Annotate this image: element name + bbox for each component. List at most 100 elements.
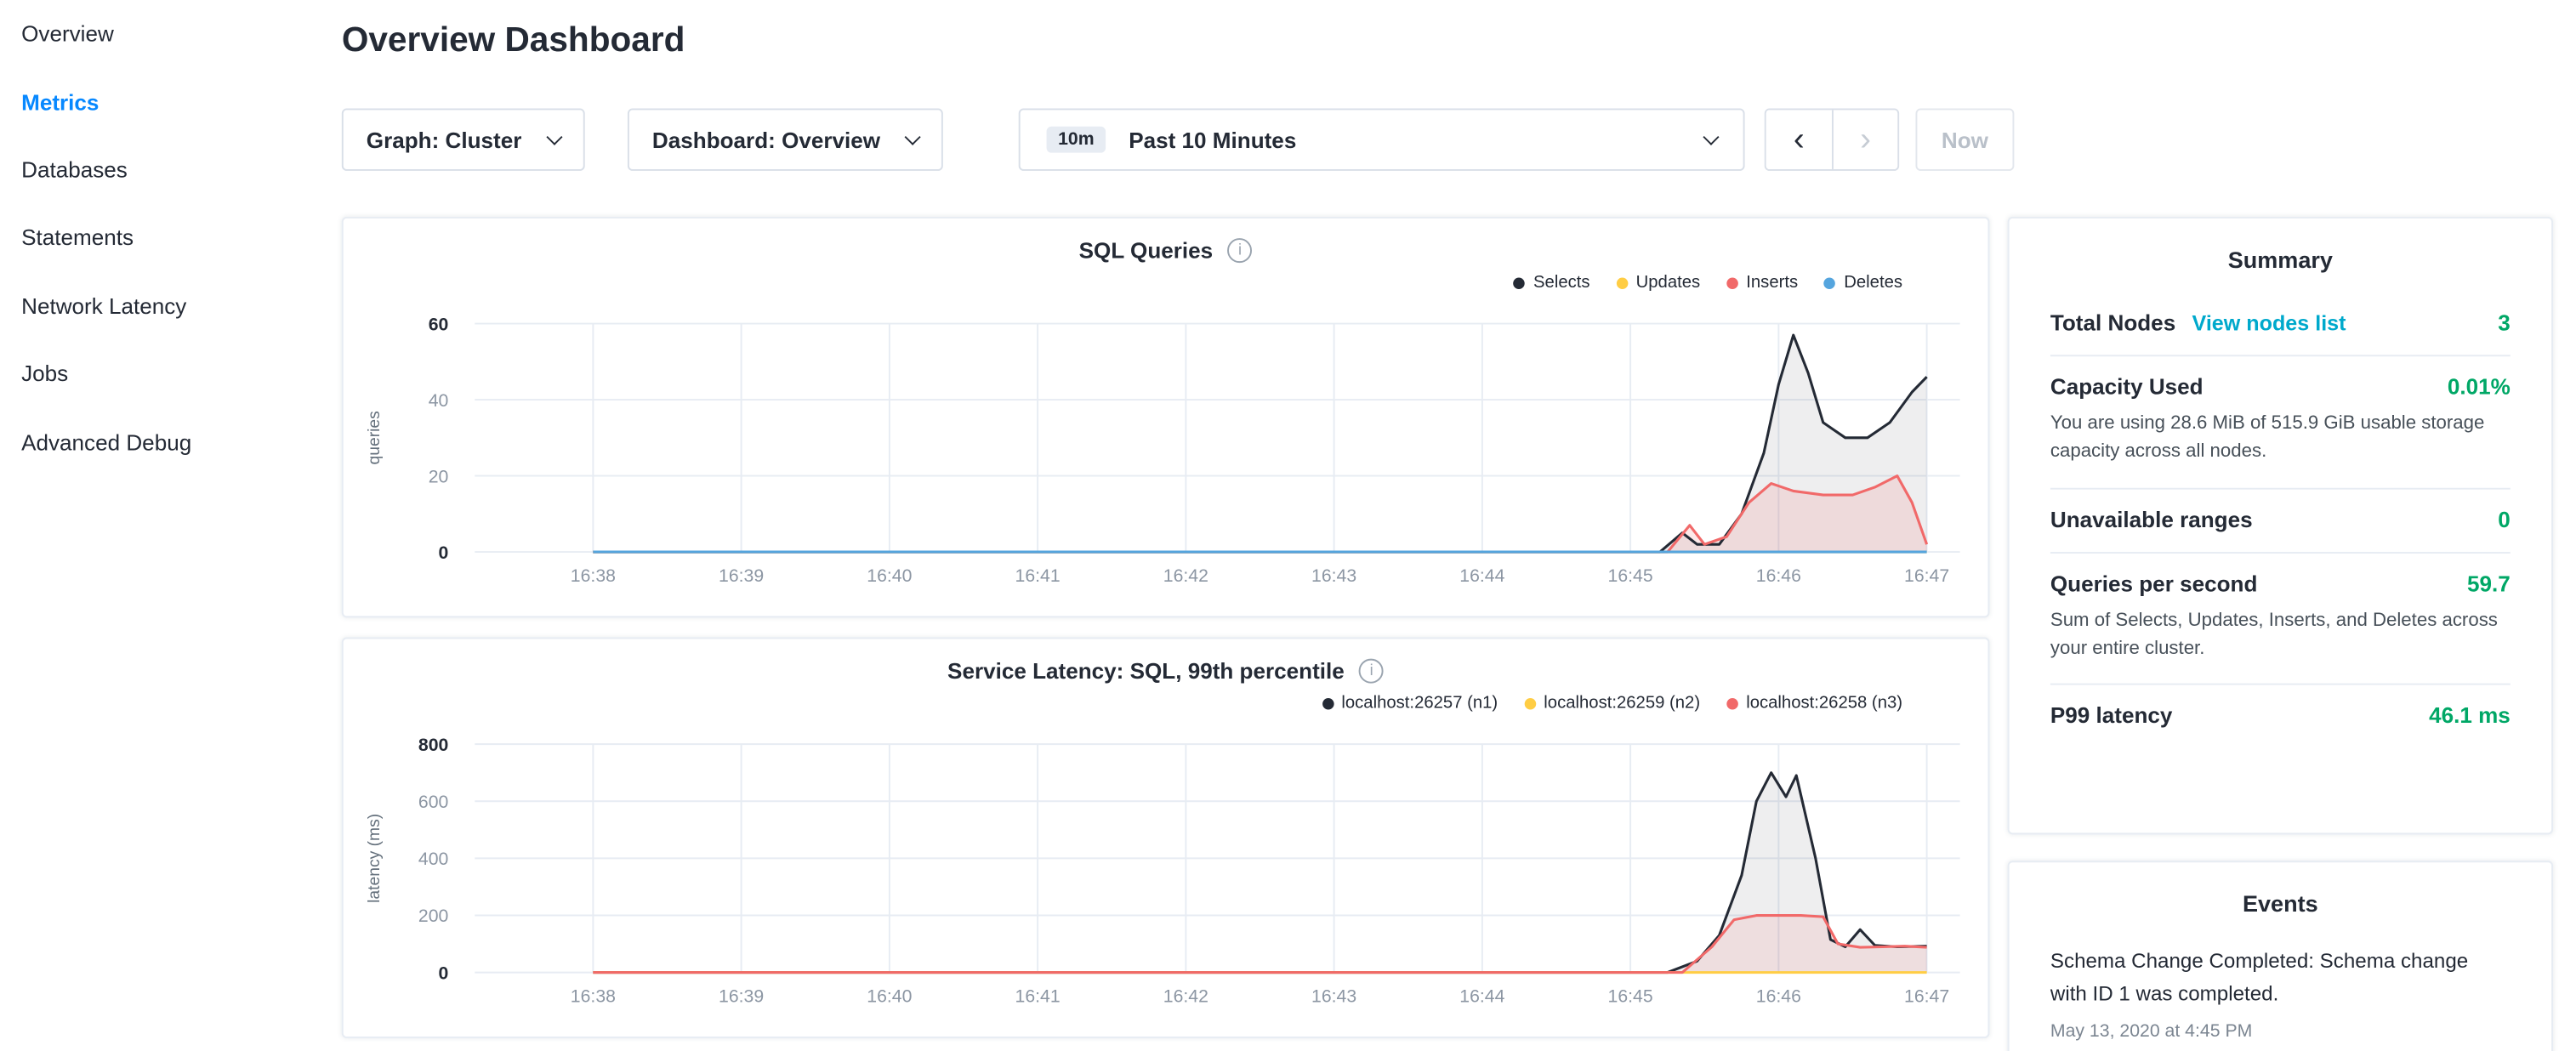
legend-dot xyxy=(1322,697,1333,709)
summary-value: 0.01% xyxy=(2448,374,2511,399)
now-button[interactable]: Now xyxy=(1915,108,2014,170)
sql-queries-panel: SQL Queries i Selects Updates Inserts De… xyxy=(342,217,1990,617)
events-title: Events xyxy=(2050,862,2511,936)
legend-dot xyxy=(1726,697,1738,709)
summary-title: Summary xyxy=(2050,219,2511,293)
time-step-buttons: ‹ › xyxy=(1765,108,1899,170)
svg-text:16:40: 16:40 xyxy=(867,565,912,586)
legend-dot xyxy=(1616,277,1628,289)
legend-item: Inserts xyxy=(1726,273,1798,293)
svg-text:16:46: 16:46 xyxy=(1756,565,1801,586)
svg-text:16:39: 16:39 xyxy=(719,986,764,1006)
sidebar-item-overview[interactable]: Overview xyxy=(0,0,322,68)
svg-text:200: 200 xyxy=(418,906,448,926)
summary-value: 3 xyxy=(2498,310,2511,335)
service-latency-chart: 16:38 16:39 16:40 16:41 16:42 16:43 16:44 16:45… xyxy=(344,733,1988,1031)
info-icon[interactable]: i xyxy=(1228,238,1253,263)
summary-value: 59.7 xyxy=(2467,571,2511,595)
summary-value: 0 xyxy=(2498,507,2511,531)
svg-text:16:45: 16:45 xyxy=(1608,986,1653,1006)
legend-dot xyxy=(1726,277,1738,289)
sidebar-nav: Overview Metrics Databases Statements Ne… xyxy=(0,0,322,476)
summary-description: You are using 28.6 MiB of 515.9 GiB usab… xyxy=(2050,411,2511,468)
app-viewport: Overview Metrics Databases Statements Ne… xyxy=(0,0,2576,1051)
legend-dot xyxy=(1524,697,1536,709)
svg-text:40: 40 xyxy=(429,390,449,411)
summary-row-queries-per-second: Queries per second 59.7 Sum of Selects, … xyxy=(2050,551,2511,684)
info-icon[interactable]: i xyxy=(1359,659,1384,684)
next-time-button[interactable]: › xyxy=(1832,110,1897,169)
graph-scope-label: Graph: Cluster xyxy=(367,128,522,152)
summary-label: Total Nodes xyxy=(2050,310,2175,335)
summary-row-capacity-used: Capacity Used 0.01% You are using 28.6 M… xyxy=(2050,355,2511,487)
chart-legend: localhost:26257 (n1) localhost:26259 (n2… xyxy=(344,693,1988,713)
svg-text:16:41: 16:41 xyxy=(1015,565,1061,586)
chevron-down-icon xyxy=(1703,128,1719,145)
svg-text:16:40: 16:40 xyxy=(867,986,912,1006)
legend-item: Updates xyxy=(1616,273,1700,293)
chart-title: Service Latency: SQL, 99th percentile xyxy=(947,659,1345,684)
svg-text:600: 600 xyxy=(418,792,448,812)
legend-item: localhost:26257 (n1) xyxy=(1322,693,1498,713)
svg-text:16:38: 16:38 xyxy=(571,986,616,1006)
time-range-badge: 10m xyxy=(1047,127,1106,153)
svg-text:queries: queries xyxy=(366,411,384,464)
summary-row-p99-latency: P99 latency 46.1 ms xyxy=(2050,684,2511,747)
events-card: Events Schema Change Completed: Schema c… xyxy=(2008,861,2553,1051)
time-range-selector[interactable]: 10m Past 10 Minutes xyxy=(1019,108,1745,170)
legend-item: Selects xyxy=(1514,273,1590,293)
svg-text:16:44: 16:44 xyxy=(1459,986,1504,1006)
summary-card: Summary Total Nodes View nodes list 3 Ca… xyxy=(2008,217,2553,834)
svg-text:16:38: 16:38 xyxy=(571,565,616,586)
dashboard-dropdown[interactable]: Dashboard: Overview xyxy=(628,108,943,170)
svg-text:400: 400 xyxy=(418,849,448,869)
summary-row-unavailable-ranges: Unavailable ranges 0 xyxy=(2050,487,2511,551)
view-nodes-list-link[interactable]: View nodes list xyxy=(2192,310,2346,335)
sidebar-item-metrics[interactable]: Metrics xyxy=(0,68,322,136)
page-title: Overview Dashboard xyxy=(342,21,685,60)
chart-plot-area: 16:38 16:39 16:40 16:41 16:42 16:43 16:44 16:45… xyxy=(344,312,1988,601)
chart-title: SQL Queries xyxy=(1079,238,1214,263)
summary-value: 46.1 ms xyxy=(2429,703,2511,728)
legend-dot xyxy=(1514,277,1526,289)
summary-row-total-nodes: Total Nodes View nodes list 3 xyxy=(2050,293,2511,355)
dashboard-label: Dashboard: Overview xyxy=(652,128,880,152)
event-message: Schema Change Completed: Schema change w… xyxy=(2050,936,2511,1010)
sidebar-item-statements[interactable]: Statements xyxy=(0,204,322,272)
svg-text:16:46: 16:46 xyxy=(1756,986,1801,1006)
svg-text:16:43: 16:43 xyxy=(1311,986,1356,1006)
graph-scope-dropdown[interactable]: Graph: Cluster xyxy=(342,108,585,170)
svg-text:16:42: 16:42 xyxy=(1163,986,1208,1006)
svg-text:800: 800 xyxy=(418,735,448,755)
sidebar-item-jobs[interactable]: Jobs xyxy=(0,340,322,408)
svg-text:0: 0 xyxy=(439,543,449,563)
svg-text:16:39: 16:39 xyxy=(719,565,764,586)
summary-label: Capacity Used xyxy=(2050,374,2204,399)
legend-item: localhost:26259 (n2) xyxy=(1524,693,1700,713)
summary-description: Sum of Selects, Updates, Inserts, and De… xyxy=(2050,607,2511,664)
svg-text:16:47: 16:47 xyxy=(1904,565,1949,586)
time-range-label: Past 10 Minutes xyxy=(1129,128,1296,152)
sidebar-item-network-latency[interactable]: Network Latency xyxy=(0,272,322,340)
chevron-down-icon xyxy=(546,128,562,145)
legend-item: localhost:26258 (n3) xyxy=(1726,693,1902,713)
svg-text:0: 0 xyxy=(439,963,449,983)
chart-plot-area: 16:38 16:39 16:40 16:41 16:42 16:43 16:44 16:45… xyxy=(344,733,1988,1022)
svg-text:16:43: 16:43 xyxy=(1311,565,1356,586)
sql-queries-chart: 16:38 16:39 16:40 16:41 16:42 16:43 16:44 16:45… xyxy=(344,312,1988,610)
svg-text:16:47: 16:47 xyxy=(1904,986,1949,1006)
legend-dot xyxy=(1824,277,1836,289)
sidebar-item-advanced-debug[interactable]: Advanced Debug xyxy=(0,408,322,476)
summary-label: Unavailable ranges xyxy=(2050,507,2253,531)
sidebar-item-databases[interactable]: Databases xyxy=(0,136,322,204)
svg-text:latency (ms): latency (ms) xyxy=(366,814,384,903)
chevron-down-icon xyxy=(905,128,921,145)
svg-text:16:41: 16:41 xyxy=(1015,986,1061,1006)
svg-text:16:44: 16:44 xyxy=(1459,565,1504,586)
event-timestamp: May 13, 2020 at 4:45 PM xyxy=(2050,1010,2511,1042)
svg-text:60: 60 xyxy=(429,314,449,334)
prev-time-button[interactable]: ‹ xyxy=(1766,110,1832,169)
svg-text:16:45: 16:45 xyxy=(1608,565,1653,586)
svg-text:16:42: 16:42 xyxy=(1163,565,1208,586)
legend-item: Deletes xyxy=(1824,273,1902,293)
